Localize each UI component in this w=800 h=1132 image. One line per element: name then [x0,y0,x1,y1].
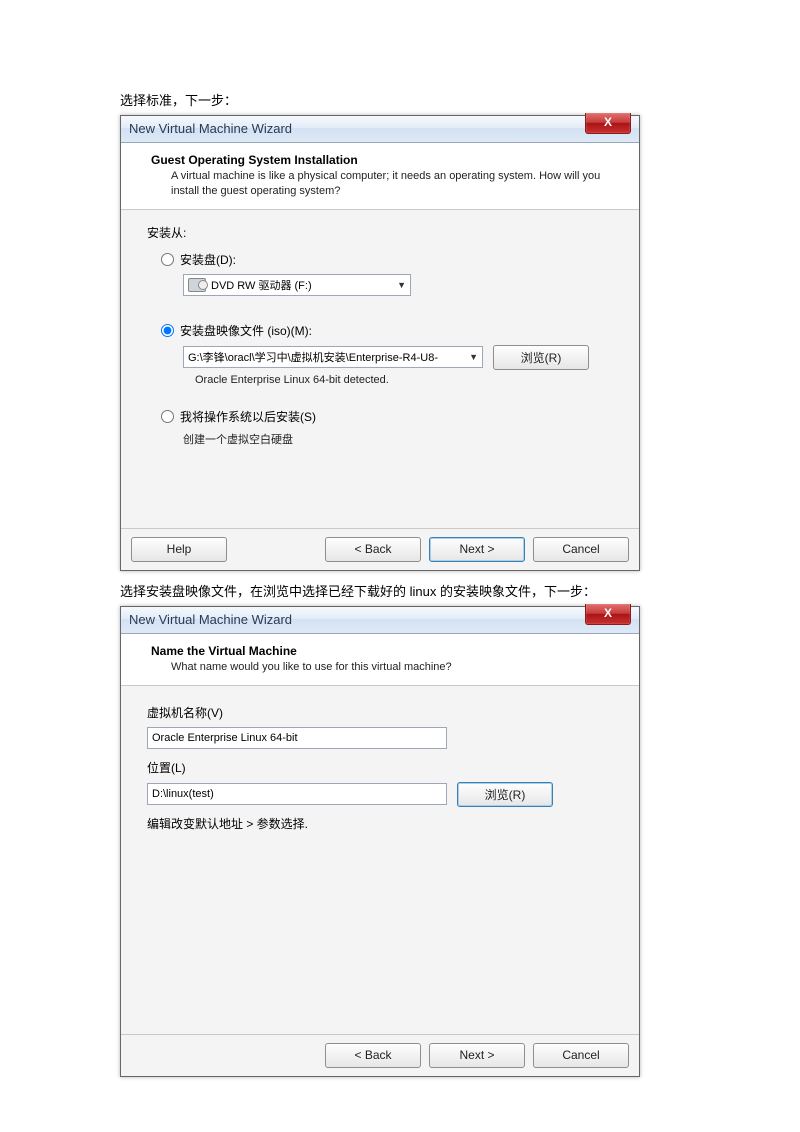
window-title: New Virtual Machine Wizard [129,121,292,136]
radio-iso-file[interactable] [161,324,174,337]
browse-button-label: 浏览(R) [485,786,526,803]
close-button[interactable]: X [585,604,631,625]
vm-name-input[interactable]: Oracle Enterprise Linux 64-bit [147,727,447,749]
close-button[interactable]: X [585,113,631,134]
cancel-button[interactable]: Cancel [533,1043,629,1068]
cancel-button[interactable]: Cancel [533,537,629,562]
radio-install-later-label: 我将操作系统以后安装(S) [180,408,316,425]
cancel-button-label: Cancel [562,1048,599,1062]
radio-install-later[interactable] [161,410,174,423]
back-button[interactable]: < Back [325,1043,421,1068]
install-from-label: 安装从: [147,224,617,241]
iso-path-text: G:\李锋\oracl\学习中\虚拟机安装\Enterprise-R4-U8- [188,349,438,365]
help-button-label: Help [167,542,192,556]
drive-combo[interactable]: DVD RW 驱动器 (F:) ▼ [183,274,411,296]
banner-title: Name the Virtual Machine [151,644,625,658]
chevron-down-icon: ▼ [469,352,478,362]
location-label: 位置(L) [147,759,617,776]
content-area: 安装从: 安装盘(D): DVD RW 驱动器 (F:) ▼ 安装盘映像文件 (… [121,210,639,529]
browse-button[interactable]: 浏览(R) [457,782,553,807]
disc-drive-icon [188,278,206,292]
titlebar: New Virtual Machine Wizard X [121,116,639,143]
banner: Guest Operating System Installation A vi… [121,143,639,210]
os-detected-message: Oracle Enterprise Linux 64-bit detected. [195,374,617,386]
window-title: New Virtual Machine Wizard [129,612,292,627]
install-later-subtext: 创建一个虚拟空白硬盘 [183,431,617,447]
titlebar: New Virtual Machine Wizard X [121,607,639,634]
next-button-label: Next > [459,1048,494,1062]
location-input[interactable]: D:\linux(test) [147,783,447,805]
iso-path-combo[interactable]: G:\李锋\oracl\学习中\虚拟机安装\Enterprise-R4-U8- … [183,346,483,368]
cancel-button-label: Cancel [562,542,599,556]
browse-button[interactable]: 浏览(R) [493,345,589,370]
back-button-label: < Back [354,1048,391,1062]
banner: Name the Virtual Machine What name would… [121,634,639,686]
radio-installer-disc-label: 安装盘(D): [180,251,236,268]
next-button[interactable]: Next > [429,537,525,562]
location-value: D:\linux(test) [152,788,214,800]
chevron-down-icon: ▼ [397,280,406,290]
radio-installer-disc[interactable] [161,253,174,266]
vm-name-label: 虚拟机名称(V) [147,704,617,721]
wizard-dialog-install-source: New Virtual Machine Wizard X Guest Opera… [120,115,640,571]
next-button[interactable]: Next > [429,1043,525,1068]
drive-combo-text: DVD RW 驱动器 (F:) [211,277,312,293]
button-strip: Help < Back Next > Cancel [121,529,639,570]
radio-iso-file-label: 安装盘映像文件 (iso)(M): [180,322,312,339]
banner-subtitle: What name would you like to use for this… [151,660,601,675]
banner-title: Guest Operating System Installation [151,153,625,167]
back-button[interactable]: < Back [325,537,421,562]
caption-2: 选择安装盘映像文件，在浏览中选择已经下载好的 linux 的安装映象文件，下一步… [120,581,680,600]
help-button[interactable]: Help [131,537,227,562]
location-hint: 编辑改变默认地址 > 参数选择. [147,815,617,832]
caption-1: 选择标准，下一步： [120,90,680,109]
wizard-dialog-name-vm: New Virtual Machine Wizard X Name the Vi… [120,606,640,1077]
banner-subtitle: A virtual machine is like a physical com… [151,169,601,199]
button-strip: < Back Next > Cancel [121,1035,639,1076]
content-area: 虚拟机名称(V) Oracle Enterprise Linux 64-bit … [121,686,639,1035]
vm-name-value: Oracle Enterprise Linux 64-bit [152,732,298,744]
next-button-label: Next > [459,542,494,556]
back-button-label: < Back [354,542,391,556]
browse-button-label: 浏览(R) [521,349,562,366]
